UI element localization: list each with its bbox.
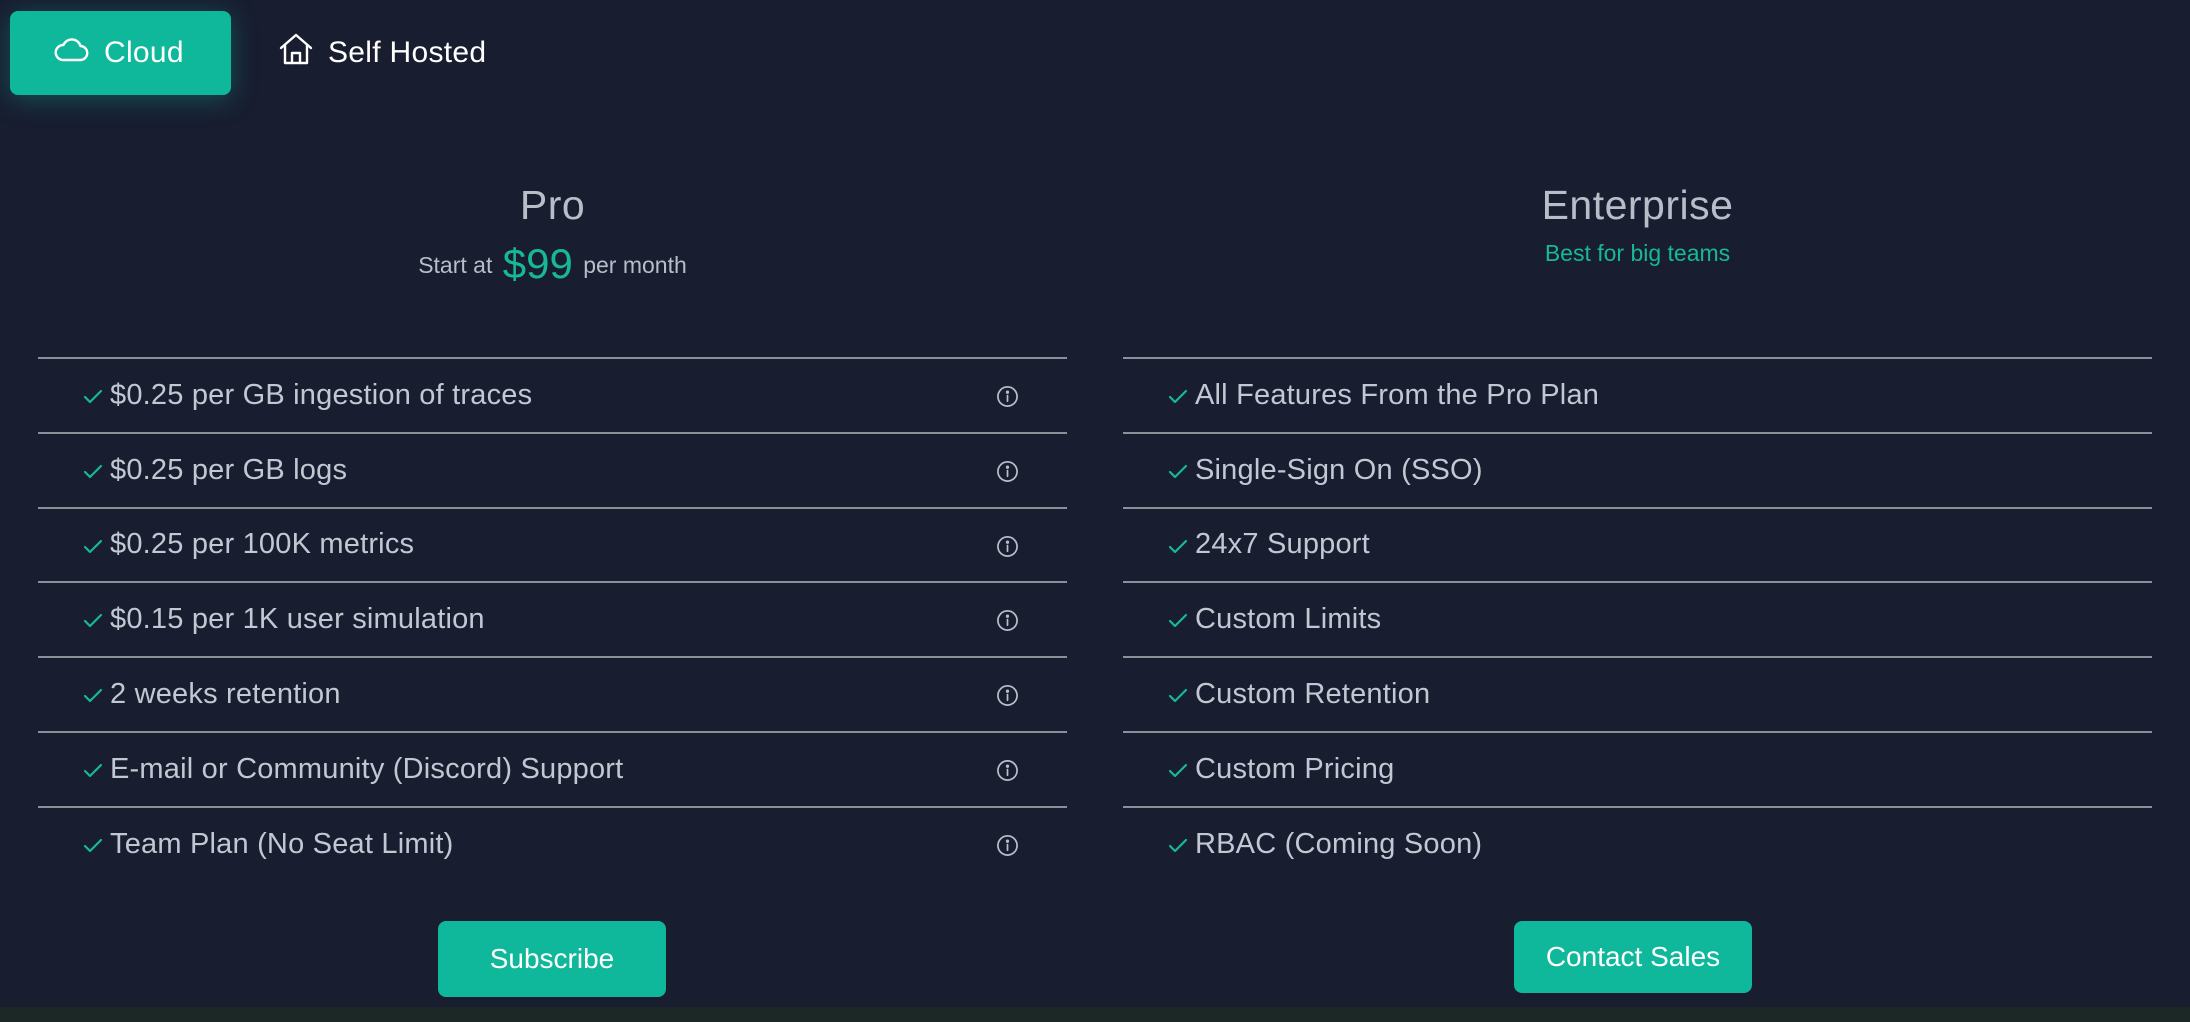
feature-item: $0.15 per 1K user simulation (38, 581, 1067, 656)
feature-text: $0.25 per GB logs (110, 453, 348, 486)
check-icon (1168, 763, 1188, 783)
info-icon[interactable] (996, 759, 1019, 787)
check-icon (83, 763, 103, 783)
deployment-tabs: Cloud Self Hosted (10, 11, 486, 95)
feature-item: 24x7 Support (1123, 506, 2152, 582)
feature-text: Custom Pricing (1195, 752, 1395, 785)
tab-self-hosted-label: Self Hosted (328, 36, 487, 69)
feature-text: Single-Sign On (SSO) (1195, 453, 1483, 486)
check-icon (1168, 838, 1188, 858)
price-prefix: Start at (418, 252, 493, 278)
info-icon[interactable] (996, 834, 1019, 862)
info-icon[interactable] (996, 385, 1019, 413)
feature-text: 24x7 Support (1195, 528, 1370, 561)
feature-text: All Features From the Pro Plan (1195, 378, 1600, 411)
check-icon (83, 464, 103, 484)
info-icon[interactable] (996, 684, 1019, 712)
contact-sales-button[interactable]: Contact Sales (1514, 921, 1752, 993)
feature-list: $0.25 per GB ingestion of traces $0.25 p… (38, 357, 1067, 881)
plan-price: Start at $99 per month (38, 240, 1067, 288)
feature-item: Team Plan (No Seat Limit) (38, 805, 1067, 881)
feature-text: Custom Retention (1195, 678, 1431, 711)
feature-item: $0.25 per 100K metrics (38, 506, 1067, 582)
feature-item: 2 weeks retention (38, 656, 1067, 731)
feature-text: $0.25 per GB ingestion of traces (110, 378, 533, 411)
feature-list: All Features From the Pro Plan Single-Si… (1123, 357, 2152, 881)
check-icon (83, 539, 103, 559)
info-icon[interactable] (996, 535, 1019, 563)
feature-item: Custom Limits (1123, 581, 2152, 656)
feature-text: 2 weeks retention (110, 678, 341, 711)
footer-strip (0, 1007, 2190, 1022)
feature-item: All Features From the Pro Plan (1123, 357, 2152, 432)
plan-title: Pro (519, 182, 586, 228)
cloud-icon (53, 35, 89, 71)
feature-item: $0.25 per GB ingestion of traces (38, 357, 1067, 432)
check-icon (1168, 688, 1188, 708)
check-icon (83, 389, 103, 409)
feature-text: E-mail or Community (Discord) Support (110, 752, 624, 785)
feature-item: Custom Retention (1123, 656, 2152, 731)
feature-text: Team Plan (No Seat Limit) (110, 827, 454, 860)
subscribe-button[interactable]: Subscribe (438, 921, 666, 997)
plan-subtitle: Best for big teams (1544, 240, 1731, 266)
check-icon (1168, 464, 1188, 484)
check-icon (1168, 613, 1188, 633)
price-suffix: per month (583, 252, 687, 278)
price-amount: $99 (502, 240, 573, 287)
tab-self-hosted[interactable]: Self Hosted (231, 11, 486, 95)
feature-item: $0.25 per GB logs (38, 431, 1067, 507)
feature-item: RBAC (Coming Soon) (1123, 805, 2152, 881)
tab-cloud[interactable]: Cloud (10, 11, 231, 95)
feature-item: E-mail or Community (Discord) Support (38, 730, 1067, 806)
info-icon[interactable] (996, 609, 1019, 637)
feature-item: Single-Sign On (SSO) (1123, 431, 2152, 507)
feature-item: Custom Pricing (1123, 730, 2152, 806)
feature-text: $0.15 per 1K user simulation (110, 603, 485, 636)
tab-cloud-label: Cloud (104, 36, 184, 69)
feature-text: RBAC (Coming Soon) (1195, 827, 1483, 860)
check-icon (1168, 389, 1188, 409)
check-icon (1168, 539, 1188, 559)
feature-text: $0.25 per 100K metrics (110, 528, 415, 561)
plan-title: Enterprise (1541, 182, 1734, 228)
feature-text: Custom Limits (1195, 603, 1382, 636)
check-icon (83, 838, 103, 858)
check-icon (83, 688, 103, 708)
house-icon (279, 33, 313, 73)
check-icon (83, 613, 103, 633)
info-icon[interactable] (996, 460, 1019, 488)
